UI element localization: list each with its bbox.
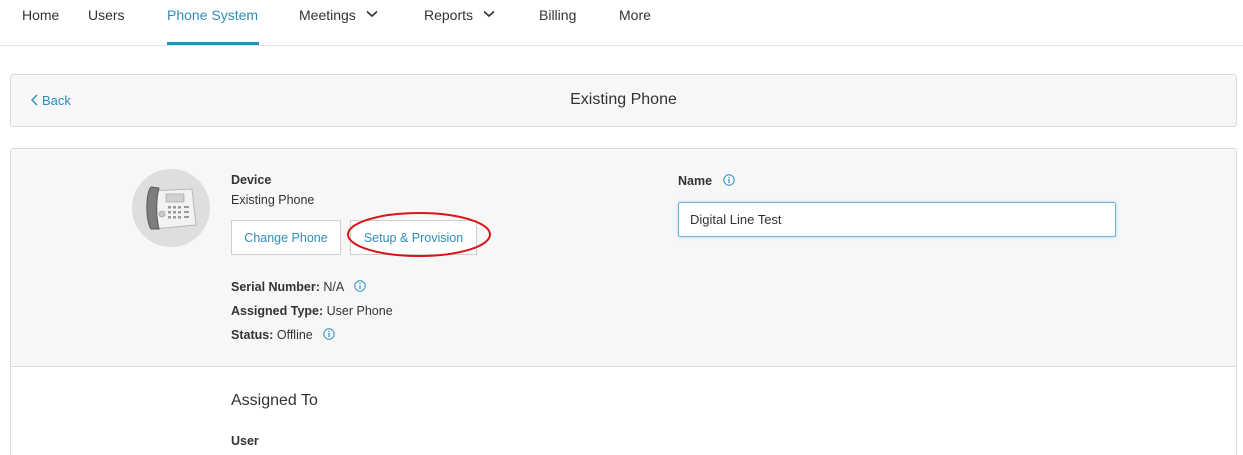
nav-item-label: Users — [88, 7, 125, 23]
name-input[interactable] — [678, 202, 1116, 237]
name-label: Name — [678, 174, 713, 188]
status-value: Offline — [276, 328, 313, 342]
name-label-row: Name — [678, 173, 735, 188]
chevron-down-icon — [483, 10, 495, 18]
nav-item-label: Phone System — [167, 7, 259, 23]
nav-item-label: More — [619, 7, 651, 23]
assigned-to-heading: Assigned To — [231, 392, 318, 409]
page-title: Existing Phone — [570, 91, 677, 108]
serial-number-value: N/A — [323, 280, 344, 294]
change-phone-button[interactable]: Change Phone — [231, 220, 341, 255]
nav-item-phone-system[interactable]: Phone System — [167, 7, 259, 45]
page-header: Back Existing Phone — [10, 74, 1237, 127]
assigned-type-label: Assigned Type: — [231, 304, 324, 318]
nav-item-label: Billing — [539, 7, 577, 23]
setup-provision-button[interactable]: Setup & Provision — [350, 220, 477, 255]
user-label: User — [231, 434, 259, 448]
status-line: Status: Offline — [231, 328, 335, 342]
nav-item-more[interactable]: More — [619, 7, 651, 45]
nav-item-billing[interactable]: Billing — [539, 7, 576, 45]
device-label: Device — [231, 173, 272, 187]
device-value: Existing Phone — [231, 193, 315, 207]
status-label: Status: — [231, 328, 274, 342]
nav-item-label: Reports — [424, 7, 474, 23]
assigned-type-line: Assigned Type: User Phone — [231, 304, 393, 318]
chevron-down-icon — [366, 10, 378, 18]
device-details-section: Device Existing Phone Change Phone Setup… — [11, 149, 1236, 367]
top-nav: Home Users Phone System Meetings Reports… — [0, 0, 1243, 46]
nav-item-users[interactable]: Users — [88, 7, 125, 45]
nav-item-reports[interactable]: Reports — [424, 7, 495, 45]
nav-item-label: Meetings — [299, 7, 356, 23]
nav-item-home[interactable]: Home — [22, 7, 59, 45]
serial-number-line: Serial Number: N/A — [231, 280, 366, 294]
nav-item-label: Home — [22, 7, 60, 23]
assigned-type-value: User Phone — [326, 304, 393, 318]
nav-item-meetings[interactable]: Meetings — [299, 7, 378, 45]
device-panel: Device Existing Phone Change Phone Setup… — [10, 148, 1237, 455]
serial-number-label: Serial Number: — [231, 280, 320, 294]
info-icon[interactable] — [722, 174, 735, 186]
info-icon[interactable] — [323, 328, 335, 340]
desk-phone-icon — [132, 169, 210, 247]
info-icon[interactable] — [354, 280, 366, 292]
